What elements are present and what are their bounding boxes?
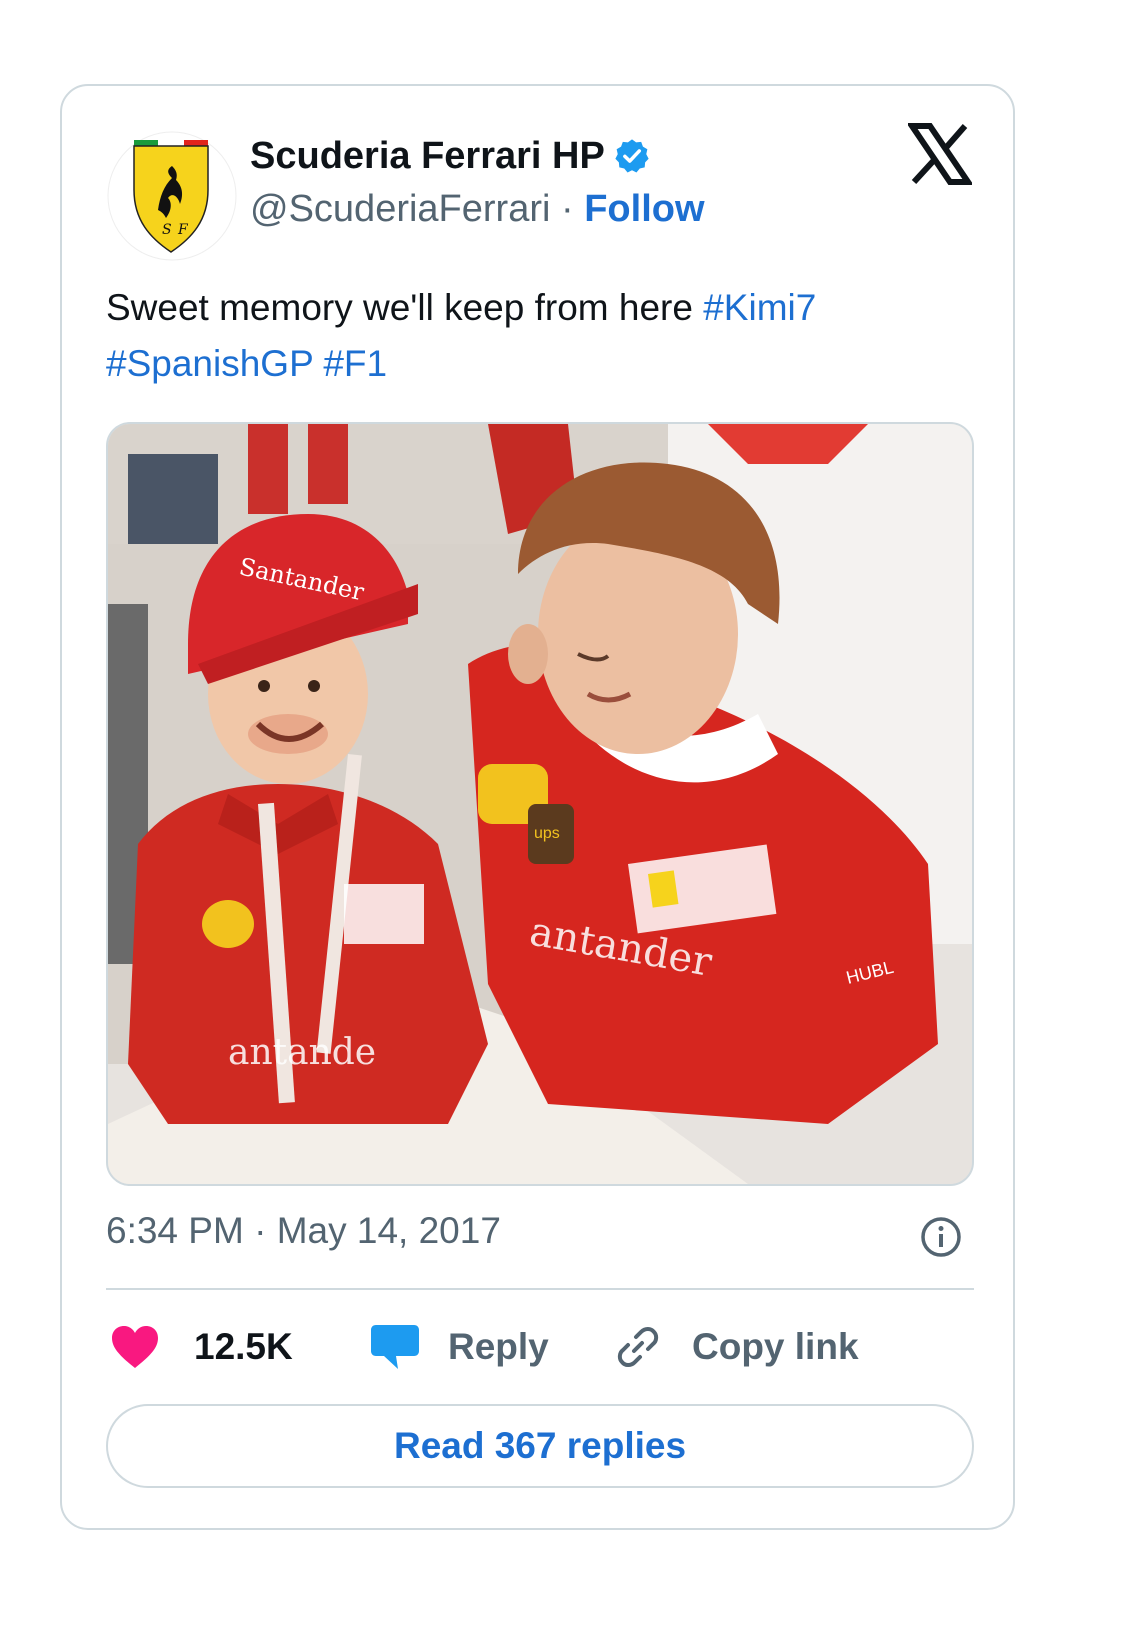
like-button[interactable]: 12.5K — [110, 1312, 293, 1382]
copy-link-label: Copy link — [692, 1326, 859, 1367]
author-name-row[interactable]: Scuderia Ferrari HP — [250, 130, 651, 182]
svg-text:S: S — [162, 222, 172, 238]
handle-separator: · — [550, 188, 585, 230]
info-icon[interactable] — [920, 1216, 962, 1258]
hashtag-link[interactable]: #Kimi7 — [703, 287, 816, 328]
hashtag-link[interactable]: #SpanishGP — [106, 343, 313, 384]
read-replies-button[interactable]: Read 367 replies — [106, 1404, 974, 1488]
tweet-date[interactable]: May 14, 2017 — [277, 1210, 501, 1251]
verified-badge-icon — [613, 137, 651, 175]
tweet-body: Sweet memory we'll keep from here — [106, 287, 704, 328]
time-separator: · — [243, 1210, 277, 1251]
divider — [106, 1288, 974, 1290]
reply-label: Reply — [448, 1326, 549, 1367]
svg-text:F: F — [177, 222, 189, 238]
tweet-actions: 12.5K Reply Copy link — [106, 1312, 974, 1382]
heart-icon — [112, 1326, 158, 1368]
hashtag-link[interactable]: #F1 — [323, 343, 387, 384]
ferrari-shield-logo[interactable]: S F — [106, 130, 238, 262]
tweet-timestamp[interactable]: 6:34 PM · May 14, 2017 — [106, 1210, 501, 1252]
ups-logo-text: ups — [534, 825, 560, 842]
author-name[interactable]: Scuderia Ferrari HP — [250, 135, 605, 178]
link-icon — [617, 1327, 659, 1367]
author-handle-row: @ScuderiaFerrari · Follow — [250, 188, 705, 231]
kid-shirt-text: antande — [228, 1032, 376, 1073]
copy-link-button[interactable]: Copy link — [614, 1312, 859, 1382]
follow-button[interactable]: Follow — [584, 188, 704, 230]
x-logo-icon[interactable] — [906, 122, 974, 186]
tweet-text: Sweet memory we'll keep from here #Kimi7… — [106, 280, 966, 392]
like-count: 12.5K — [194, 1326, 293, 1367]
author-handle[interactable]: @ScuderiaFerrari — [250, 188, 550, 230]
tweet-card: S F Scuderia Ferrari HP @ScuderiaFerrari… — [60, 84, 1015, 1530]
tweet-time[interactable]: 6:34 PM — [106, 1210, 244, 1251]
tweet-photo[interactable]: Santander antande ups antander HUBL — [106, 422, 974, 1186]
reply-button[interactable]: Reply — [370, 1312, 549, 1382]
reply-bubble-icon — [371, 1325, 419, 1369]
